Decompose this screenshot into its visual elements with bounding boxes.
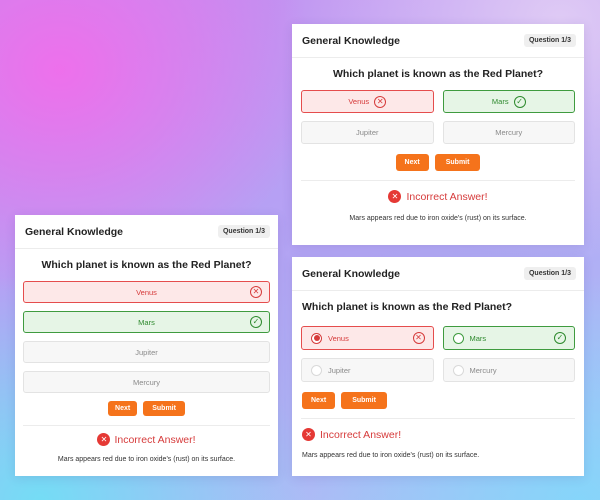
quiz-card-vertical: General Knowledge Question 1/3 Which pla…: [15, 215, 278, 476]
question-counter-badge: Question 1/3: [217, 225, 270, 238]
option-label: Venus: [328, 333, 349, 343]
x-circle-icon: ✕: [250, 286, 262, 298]
check-circle-icon: ✓: [554, 332, 566, 344]
answer-options: Venus ✕ Mars ✓ Jupiter Mercury: [292, 326, 584, 382]
option-jupiter[interactable]: Jupiter: [23, 341, 270, 363]
option-jupiter[interactable]: Jupiter: [301, 121, 434, 144]
next-button[interactable]: Next: [108, 401, 138, 416]
option-jupiter[interactable]: Jupiter: [301, 358, 434, 382]
answer-options: Venus ✕ Mars ✓ Jupiter Mercury: [15, 281, 278, 393]
submit-button[interactable]: Submit: [434, 154, 481, 171]
quiz-title: General Knowledge: [302, 34, 401, 47]
card-header: General Knowledge Question 1/3: [15, 215, 278, 249]
action-buttons: Next Submit: [292, 392, 584, 409]
option-label: Venus: [136, 287, 157, 297]
radio-icon[interactable]: [452, 332, 464, 344]
option-mercury[interactable]: Mercury: [23, 371, 270, 393]
quiz-title: General Knowledge: [302, 267, 401, 280]
option-label: Mercury: [495, 128, 523, 137]
explanation-text: Mars appears red due to iron oxide's (ru…: [302, 452, 480, 459]
submit-button[interactable]: Submit: [341, 392, 387, 409]
question-counter-badge: Question 1/3: [523, 34, 576, 47]
question-text: Which planet is known as the Red Planet?: [302, 301, 513, 313]
x-circle-icon: ✕: [374, 95, 387, 108]
card-header: General Knowledge Question 1/3: [292, 24, 584, 58]
option-mercury[interactable]: Mercury: [442, 121, 575, 144]
option-venus[interactable]: Venus ✕: [23, 281, 270, 303]
error-circle-icon: ✕: [302, 428, 315, 441]
card-header: General Knowledge Question 1/3: [292, 257, 584, 291]
option-venus[interactable]: Venus ✕: [301, 90, 434, 113]
radio-icon[interactable]: [311, 332, 322, 344]
result-text: Incorrect Answer!: [114, 433, 196, 446]
explanation-text: Mars appears red due to iron oxide's (ru…: [57, 456, 236, 463]
option-mars[interactable]: Mars ✓: [442, 90, 575, 113]
option-mars[interactable]: Mars ✓: [442, 326, 575, 350]
error-circle-icon: ✕: [388, 190, 402, 203]
option-label: Jupiter: [328, 365, 351, 375]
x-circle-icon: ✕: [412, 332, 425, 344]
option-mercury[interactable]: Mercury: [442, 358, 575, 382]
option-label: Jupiter: [355, 128, 379, 137]
result-message: ✕ Incorrect Answer!: [15, 433, 278, 446]
explanation-text: Mars appears red due to iron oxide's (ru…: [349, 215, 527, 222]
result-message: ✕ Incorrect Answer!: [292, 190, 584, 203]
check-circle-icon: ✓: [250, 316, 262, 328]
error-circle-icon: ✕: [97, 433, 111, 446]
option-label: Mars: [491, 97, 509, 106]
question-text: Which planet is known as the Red Planet?: [332, 68, 544, 80]
divider: [23, 425, 270, 426]
radio-icon[interactable]: [452, 364, 464, 376]
result-text: Incorrect Answer!: [320, 428, 402, 441]
submit-button[interactable]: Submit: [143, 401, 185, 416]
divider: [301, 418, 575, 419]
answer-options: Venus ✕ Mars ✓ Jupiter Mercury: [292, 90, 584, 144]
option-label: Mars: [469, 333, 487, 343]
option-venus[interactable]: Venus ✕: [301, 326, 434, 350]
option-label: Venus: [348, 97, 370, 106]
next-button[interactable]: Next: [302, 392, 336, 409]
result-message: ✕ Incorrect Answer!: [292, 428, 584, 441]
action-buttons: Next Submit: [15, 401, 278, 416]
next-button[interactable]: Next: [395, 154, 429, 171]
option-label: Mercury: [132, 377, 161, 387]
question-counter-badge: Question 1/3: [523, 267, 576, 280]
quiz-title: General Knowledge: [25, 225, 124, 238]
quiz-card-radio: General Knowledge Question 1/3 Which pla…: [292, 257, 584, 476]
radio-icon[interactable]: [311, 364, 322, 376]
result-text: Incorrect Answer!: [406, 190, 488, 203]
check-circle-icon: ✓: [513, 95, 526, 108]
divider: [301, 180, 575, 181]
action-buttons: Next Submit: [292, 154, 584, 171]
option-label: Jupiter: [135, 347, 158, 357]
question-text: Which planet is known as the Red Planet?: [41, 259, 252, 271]
option-label: Mars: [138, 317, 155, 327]
option-mars[interactable]: Mars ✓: [23, 311, 270, 333]
option-label: Mercury: [469, 365, 497, 375]
quiz-card-grid: General Knowledge Question 1/3 Which pla…: [292, 24, 584, 245]
